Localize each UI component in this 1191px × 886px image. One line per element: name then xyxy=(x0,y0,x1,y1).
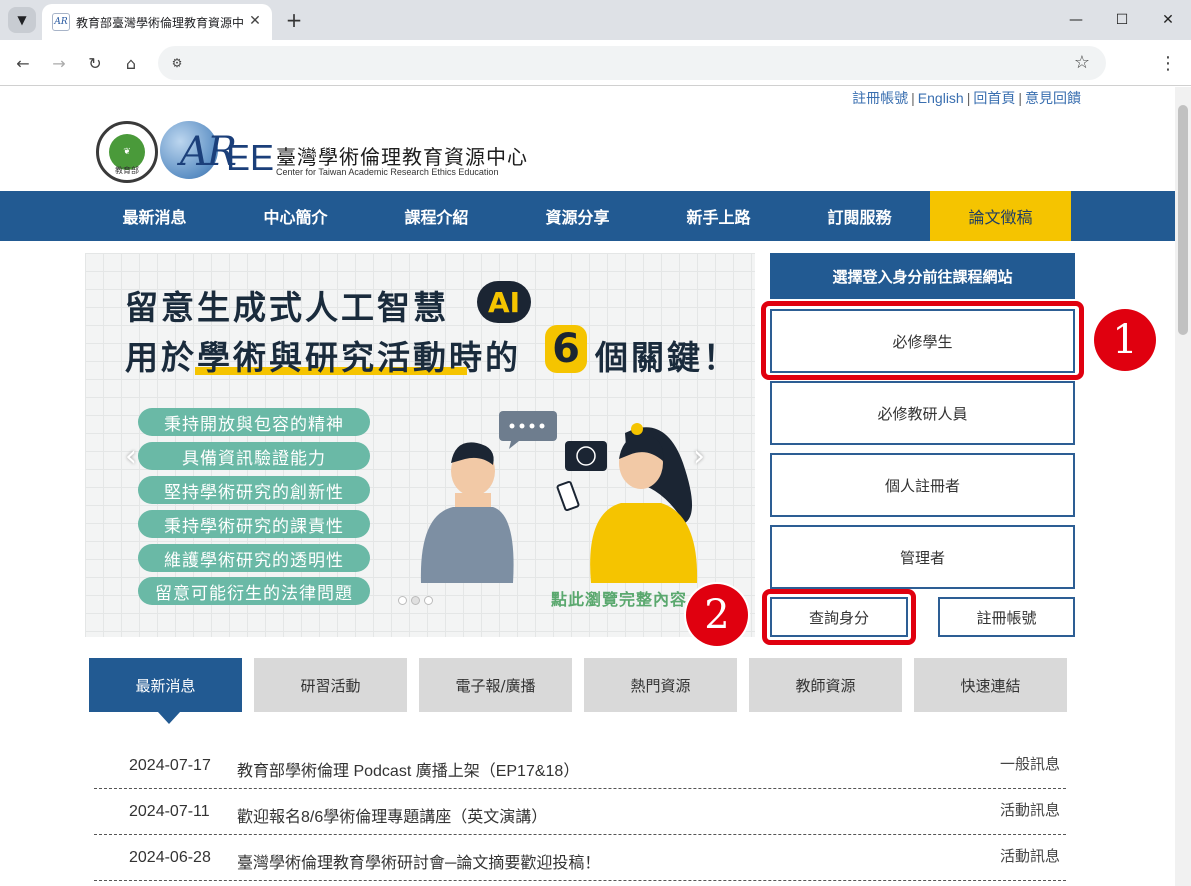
scrollbar-thumb[interactable] xyxy=(1178,105,1188,335)
nav-getting-started[interactable]: 新手上路 xyxy=(648,191,789,241)
browser-toolbar: ← → ↻ ⌂ ⚙ ☆ ⋮ xyxy=(0,40,1191,86)
annotation-highlight-box xyxy=(761,301,1084,380)
main-navigation: 最新消息 中心簡介 課程介紹 資源分享 新手上路 訂閱服務 論文徵稿 xyxy=(0,191,1175,241)
tab-workshops[interactable]: 研習活動 xyxy=(254,658,407,712)
browser-tab[interactable]: AR 教育部臺灣學術倫理教育資源中 ✕ xyxy=(42,4,272,40)
tab-newsletter[interactable]: 電子報/廣播 xyxy=(419,658,572,712)
home-icon[interactable]: ⌂ xyxy=(118,50,144,76)
maximize-icon[interactable]: ☐ xyxy=(1099,0,1145,40)
news-title[interactable]: 教育部學術倫理 Podcast 廣播上架（EP17&18） xyxy=(237,757,579,781)
aree-logo[interactable]: AR EE xyxy=(160,117,274,183)
key-point-pill: 留意可能衍生的法律問題 xyxy=(138,577,370,605)
address-bar[interactable]: ⚙ ☆ xyxy=(158,46,1106,80)
web-page: 註冊帳號 | English | 回首頁 | 意見回饋 ❦ 教育部 AR EE 臺灣學術倫理… xyxy=(0,87,1175,886)
forward-arrow-icon[interactable]: → xyxy=(46,50,72,76)
banner-headline-2: 用於學術與研究活動時的 xyxy=(125,338,521,377)
tab-title: 教育部臺灣學術倫理教育資源中 xyxy=(76,16,244,30)
site-title: 臺灣學術倫理教育資源中心 xyxy=(276,145,528,169)
carousel-dot[interactable] xyxy=(424,596,433,605)
annotation-marker: 1 xyxy=(1094,309,1156,371)
six-badge: 6 xyxy=(545,325,587,373)
ministry-of-education-seal[interactable]: ❦ 教育部 xyxy=(96,121,158,183)
site-subtitle: Center for Taiwan Academic Research Ethi… xyxy=(276,167,499,177)
banner-headline-1: 留意生成式人工智慧 xyxy=(125,288,449,327)
news-item[interactable]: 2024-06-28 臺灣學術倫理教育學術研討會─論文摘要歡迎投稿！ 活動訊息 xyxy=(94,835,1066,881)
top-links: 註冊帳號 | English | 回首頁 | 意見回饋 xyxy=(852,90,1081,106)
carousel-dots xyxy=(398,590,437,609)
register-account-button[interactable]: 註冊帳號 xyxy=(938,597,1075,637)
administrator-button[interactable]: 管理者 xyxy=(770,525,1075,589)
banner-carousel[interactable]: 留意生成式人工智慧 AI 用於學術與研究活動時的 6 個關鍵！ 秉持開放與包容的… xyxy=(85,253,755,637)
news-date: 2024-07-11 xyxy=(129,803,210,820)
nav-call-for-papers[interactable]: 論文徵稿 xyxy=(930,191,1071,241)
news-category: 一般訊息 xyxy=(999,756,1060,773)
news-item[interactable]: 2024-07-17 教育部學術倫理 Podcast 廣播上架（EP17&18）… xyxy=(94,743,1066,789)
news-item[interactable]: 2024-07-11 歡迎報名8/6學術倫理專題講座（英文演講） 活動訊息 xyxy=(94,789,1066,835)
close-icon[interactable]: ✕ xyxy=(246,12,264,30)
ai-badge: AI xyxy=(477,281,531,323)
plus-icon[interactable]: + xyxy=(282,8,306,32)
people-illustration xyxy=(420,411,698,583)
nav-about[interactable]: 中心簡介 xyxy=(225,191,366,241)
news-date: 2024-06-28 xyxy=(129,849,211,866)
kebab-menu-icon[interactable]: ⋮ xyxy=(1158,50,1178,76)
key-point-pill: 具備資訊驗證能力 xyxy=(138,442,370,470)
logo-mark-rest: EE xyxy=(226,137,275,178)
key-point-pill: 秉持開放與包容的精神 xyxy=(138,408,370,436)
site-favicon-icon: AR xyxy=(52,13,70,31)
news-date: 2024-07-17 xyxy=(129,757,211,774)
window-close-icon[interactable]: ✕ xyxy=(1145,0,1191,40)
individual-registrant-button[interactable]: 個人註冊者 xyxy=(770,453,1075,517)
nav-courses[interactable]: 課程介紹 xyxy=(366,191,507,241)
carousel-prev-arrow[interactable]: ‹ xyxy=(125,439,137,474)
tab-latest-news[interactable]: 最新消息 xyxy=(89,658,242,712)
view-full-content-link[interactable]: 點此瀏覽完整內容 ▶ xyxy=(551,586,707,610)
seal-text: 教育部 xyxy=(115,166,139,175)
key-point-pill: 堅持學術研究的創新性 xyxy=(138,476,370,504)
banner-headline-2-end: 個關鍵！ xyxy=(595,338,739,377)
browser-tab-strip: ▼ AR 教育部臺灣學術倫理教育資源中 ✕ + — ☐ ✕ xyxy=(0,0,1191,40)
chevron-down-icon[interactable]: ▼ xyxy=(8,7,36,33)
tab-teacher-resources[interactable]: 教師資源 xyxy=(749,658,902,712)
back-arrow-icon[interactable]: ← xyxy=(10,50,36,76)
carousel-dot[interactable] xyxy=(398,596,407,605)
tab-popular-resources[interactable]: 熱門資源 xyxy=(584,658,737,712)
key-point-pill: 維護學術研究的透明性 xyxy=(138,544,370,572)
news-category: 活動訊息 xyxy=(999,848,1060,865)
home-link[interactable]: 回首頁 xyxy=(973,90,1015,106)
required-faculty-button[interactable]: 必修教研人員 xyxy=(770,381,1075,445)
minimize-icon[interactable]: — xyxy=(1053,0,1099,40)
carousel-dot[interactable] xyxy=(411,596,420,605)
register-link[interactable]: 註冊帳號 xyxy=(852,90,908,106)
english-link[interactable]: English xyxy=(918,90,964,106)
nav-subscribe[interactable]: 訂閱服務 xyxy=(789,191,930,241)
nav-resources[interactable]: 資源分享 xyxy=(507,191,648,241)
annotation-marker: 2 xyxy=(686,584,748,646)
carousel-next-arrow[interactable]: › xyxy=(693,439,705,474)
login-panel-heading: 選擇登入身分前往課程網站 xyxy=(770,253,1075,299)
page-scrollbar[interactable] xyxy=(1175,87,1191,886)
tab-quick-links[interactable]: 快速連結 xyxy=(914,658,1067,712)
feedback-link[interactable]: 意見回饋 xyxy=(1025,90,1081,106)
site-settings-icon[interactable]: ⚙ xyxy=(166,52,188,74)
active-tab-caret xyxy=(158,712,180,724)
annotation-highlight-box xyxy=(762,589,916,645)
news-title[interactable]: 臺灣學術倫理教育學術研討會─論文摘要歡迎投稿！ xyxy=(237,849,600,873)
reload-icon[interactable]: ↻ xyxy=(82,50,108,76)
nav-latest-news[interactable]: 最新消息 xyxy=(84,191,225,241)
news-title[interactable]: 歡迎報名8/6學術倫理專題講座（英文演講） xyxy=(237,803,547,827)
star-icon[interactable]: ☆ xyxy=(1074,52,1090,73)
key-point-pill: 秉持學術研究的課責性 xyxy=(138,510,370,538)
news-category: 活動訊息 xyxy=(999,802,1060,819)
